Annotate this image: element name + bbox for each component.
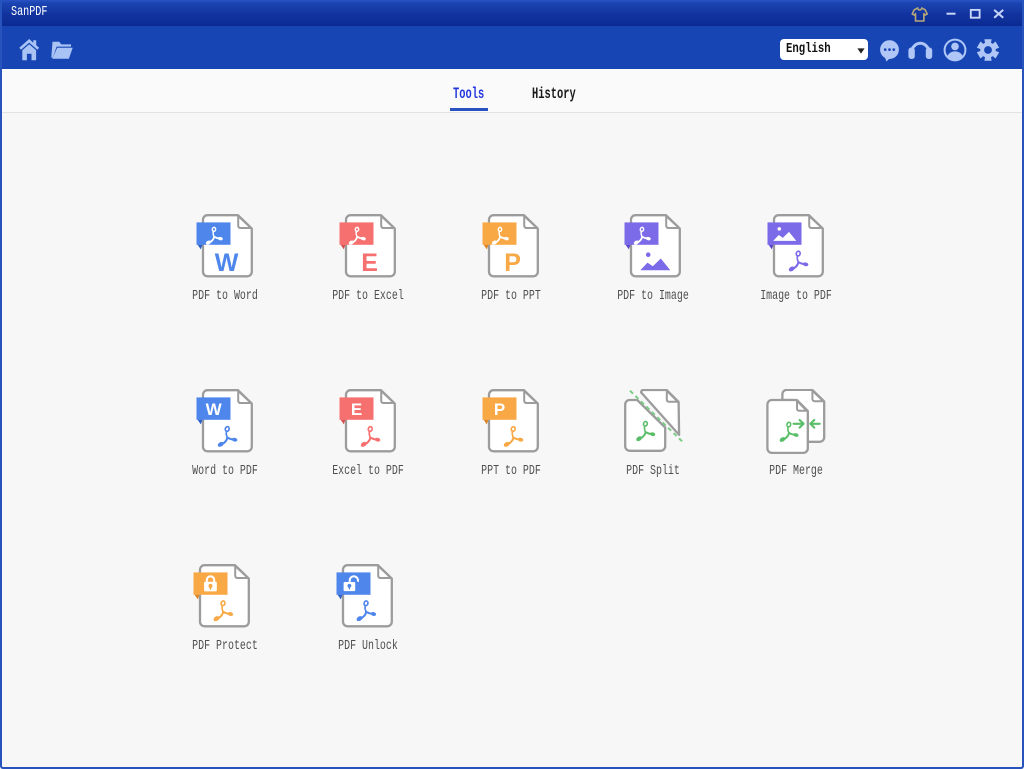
svg-text:E: E [351,400,362,419]
svg-text:W: W [206,400,223,419]
svg-text:E: E [361,249,378,277]
svg-text:W: W [215,249,239,277]
svg-text:P: P [494,400,505,419]
svg-text:P: P [504,249,521,277]
